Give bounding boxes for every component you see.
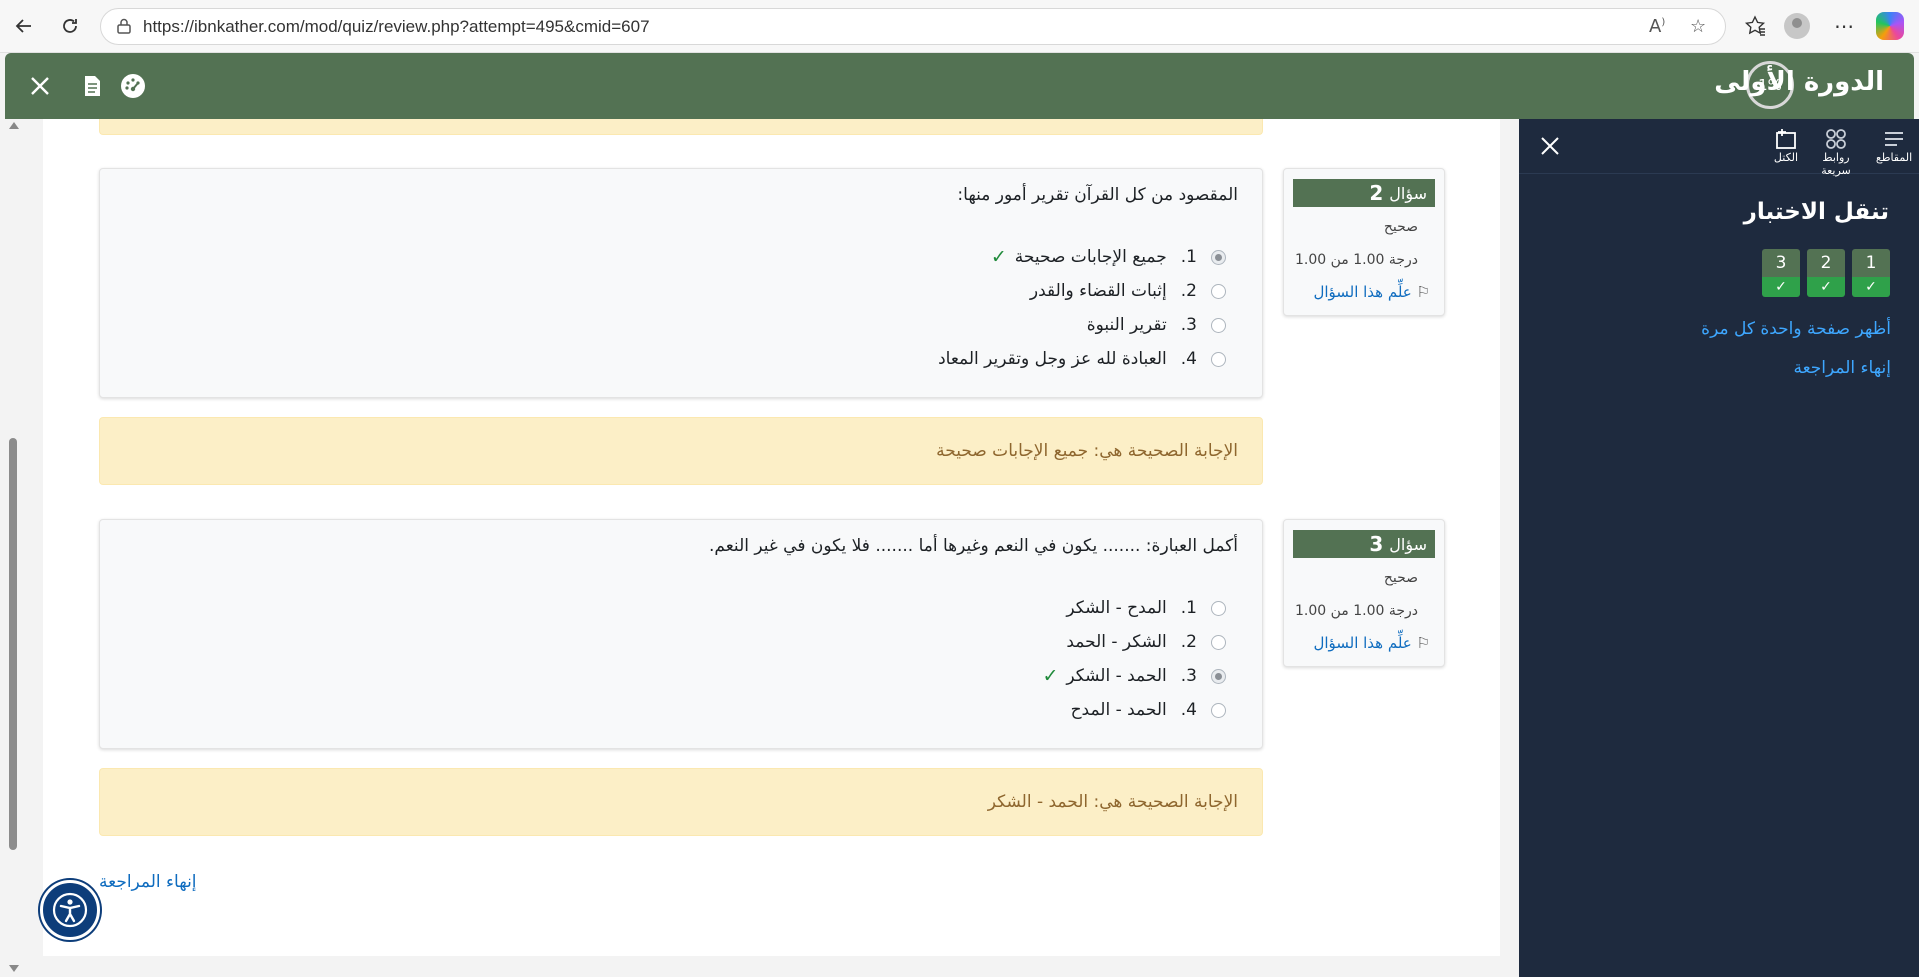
answer-option[interactable]: 1. جميع الإجابات صحيحة ✓ bbox=[991, 245, 1226, 269]
question-info-2: سؤال 2 صحيح درجة 1.00 من 1.00 ⚐ علِّم هذا… bbox=[1283, 168, 1445, 316]
quiz-nav-button-2[interactable]: 2 ✓ bbox=[1807, 249, 1845, 297]
question-grade: درجة 1.00 من 1.00 bbox=[1294, 252, 1418, 268]
radio-button[interactable] bbox=[1211, 702, 1226, 718]
tab-quick-links[interactable]: روابط سريعة bbox=[1809, 127, 1863, 177]
question-number: سؤال 3 bbox=[1293, 530, 1435, 558]
read-aloud-icon[interactable]: A) bbox=[1649, 16, 1665, 37]
flag-question-link[interactable]: ⚐ علِّم هذا السؤال bbox=[1313, 634, 1430, 652]
tab-blocks[interactable]: الكتل bbox=[1759, 127, 1813, 171]
answer-option[interactable]: 4. الحمد - المدح bbox=[1071, 698, 1226, 722]
course-header: 1% الدورة الأولى bbox=[5, 53, 1914, 119]
sections-icon[interactable] bbox=[1867, 127, 1919, 151]
scroll-down-icon[interactable] bbox=[9, 965, 19, 972]
scrollbar-thumb[interactable] bbox=[9, 438, 17, 850]
page-scrollbar[interactable] bbox=[6, 120, 22, 974]
flag-question-link[interactable]: ⚐ علِّم هذا السؤال bbox=[1313, 283, 1430, 301]
finish-review-link[interactable]: إنهاء المراجعة bbox=[1793, 358, 1891, 378]
question-info-3: سؤال 3 صحيح درجة 1.00 من 1.00 ⚐ علِّم هذا… bbox=[1283, 519, 1445, 667]
radio-button[interactable] bbox=[1211, 634, 1226, 650]
quiz-nav-button-1[interactable]: 1 ✓ bbox=[1852, 249, 1890, 297]
flag-icon[interactable]: ⚐ bbox=[1417, 634, 1430, 652]
radio-button[interactable] bbox=[1211, 351, 1226, 367]
radio-button[interactable] bbox=[1211, 600, 1226, 616]
correct-answer-feedback: الإجابة الصحيحة هي: جميع الإجابات صحيحة bbox=[99, 417, 1263, 485]
finish-review-link[interactable]: إنهاء المراجعة bbox=[99, 872, 197, 892]
profile-avatar[interactable] bbox=[1784, 13, 1810, 39]
correct-answer-feedback: الإجابة الصحيحة هي: الحمد - الشكر bbox=[99, 768, 1263, 836]
check-icon: ✓ bbox=[1762, 277, 1800, 297]
check-icon: ✓ bbox=[1852, 277, 1890, 297]
quiz-navigation-drawer: المقاطع روابط سريعة الكتل تنقل الاختبار … bbox=[1519, 119, 1919, 977]
main-content: سؤال 2 صحيح درجة 1.00 من 1.00 ⚐ علِّم هذا… bbox=[43, 119, 1500, 956]
url-text[interactable]: https://ibnkather.com/mod/quiz/review.ph… bbox=[143, 17, 650, 37]
site-info-icon[interactable] bbox=[115, 17, 133, 35]
accessibility-button[interactable] bbox=[40, 880, 100, 940]
question-grade: درجة 1.00 من 1.00 bbox=[1294, 603, 1418, 619]
refresh-icon[interactable] bbox=[54, 10, 86, 42]
radio-button[interactable] bbox=[1211, 283, 1226, 299]
question-state: صحيح bbox=[1383, 570, 1418, 586]
check-icon: ✓ bbox=[1807, 277, 1845, 297]
address-bar[interactable]: https://ibnkather.com/mod/quiz/review.ph… bbox=[100, 8, 1726, 45]
radio-button[interactable] bbox=[1211, 668, 1226, 684]
question-number: سؤال 2 bbox=[1293, 179, 1435, 207]
previous-feedback bbox=[99, 119, 1263, 135]
quick-links-icon[interactable] bbox=[1809, 127, 1863, 151]
answer-option[interactable]: 1. المدح - الشكر bbox=[1066, 596, 1226, 620]
copilot-icon[interactable] bbox=[1876, 12, 1904, 40]
close-drawer-icon[interactable] bbox=[1533, 129, 1567, 163]
favorites-icon[interactable] bbox=[1741, 12, 1769, 40]
answer-option[interactable]: 2. الشكر - الحمد bbox=[1066, 630, 1226, 654]
quiz-nav-button-3[interactable]: 3 ✓ bbox=[1762, 249, 1800, 297]
blocks-icon[interactable] bbox=[1759, 127, 1813, 151]
scroll-up-icon[interactable] bbox=[9, 122, 19, 129]
dashboard-icon[interactable] bbox=[116, 69, 150, 103]
browser-toolbar: https://ibnkather.com/mod/quiz/review.ph… bbox=[0, 0, 1919, 53]
more-options-icon[interactable]: ⋯ bbox=[1830, 12, 1858, 40]
question-text: أكمل العبارة: ....... يكون في النعم وغير… bbox=[709, 536, 1238, 556]
document-icon[interactable] bbox=[75, 69, 109, 103]
question-state: صحيح bbox=[1383, 219, 1418, 235]
radio-button[interactable] bbox=[1211, 317, 1226, 333]
flag-icon[interactable]: ⚐ bbox=[1417, 283, 1430, 301]
radio-button[interactable] bbox=[1211, 249, 1226, 265]
tab-sections[interactable]: المقاطع bbox=[1867, 127, 1919, 171]
show-one-page-link[interactable]: أظهر صفحة واحدة كل مرة bbox=[1701, 319, 1891, 339]
answer-option[interactable]: 2. إثبات القضاء والقدر bbox=[1030, 279, 1226, 303]
drawer-toolbar: المقاطع روابط سريعة الكتل bbox=[1519, 119, 1919, 177]
answer-option[interactable]: 4. العبادة لله عز وجل وتقرير المعاد bbox=[938, 347, 1226, 371]
favorite-star-icon[interactable]: ☆ bbox=[1690, 16, 1706, 37]
correct-check-icon: ✓ bbox=[990, 246, 1007, 268]
course-title[interactable]: الدورة الأولى bbox=[1714, 67, 1884, 97]
quiz-navigation-title: تنقل الاختبار bbox=[1743, 199, 1889, 225]
answer-option[interactable]: 3. تقرير النبوة bbox=[1087, 313, 1226, 337]
correct-check-icon: ✓ bbox=[1042, 665, 1059, 687]
back-icon[interactable] bbox=[8, 10, 40, 42]
question-card-3: أكمل العبارة: ....... يكون في النعم وغير… bbox=[99, 519, 1263, 749]
question-card-2: المقصود من كل القرآن تقرير أمور منها: 1.… bbox=[99, 168, 1263, 398]
accessibility-icon[interactable] bbox=[52, 892, 88, 928]
answer-option[interactable]: 3. الحمد - الشكر ✓ bbox=[1042, 664, 1226, 688]
question-text: المقصود من كل القرآن تقرير أمور منها: bbox=[957, 185, 1238, 205]
close-icon[interactable] bbox=[23, 69, 57, 103]
